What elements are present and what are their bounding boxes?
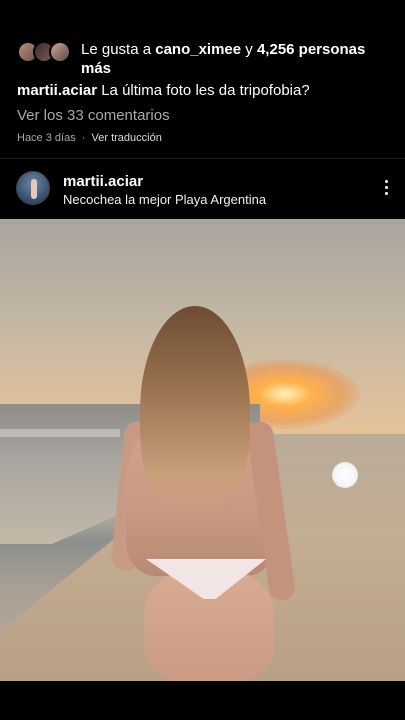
liker-username[interactable]: cano_ximee — [155, 41, 241, 58]
post-username[interactable]: martii.aciar — [63, 173, 143, 190]
caption-username[interactable]: martii.aciar — [17, 82, 97, 99]
more-vertical-icon[interactable] — [380, 177, 392, 199]
person-figure — [110, 301, 308, 681]
post-header: martii.aciar Necochea la mejor Playa Arg… — [16, 171, 396, 207]
light-spot — [332, 462, 358, 488]
post-caption: martii.aciar La última foto les da tripo… — [17, 81, 397, 100]
likes-summary[interactable]: Le gusta a cano_ximee y 4,256 personas m… — [81, 40, 397, 78]
likes-connector: y — [245, 41, 253, 58]
view-comments-link[interactable]: Ver los 33 comentarios — [17, 107, 170, 124]
shoreline — [0, 429, 120, 437]
avatar — [49, 41, 71, 63]
divider — [0, 158, 405, 159]
likes-row[interactable]: Le gusta a cano_ximee y 4,256 personas m… — [17, 40, 397, 78]
caption-text: La última foto les da tripofobia? — [101, 82, 310, 99]
translate-link[interactable]: Ver traducción — [92, 132, 162, 144]
liker-avatars — [17, 40, 75, 64]
post-meta: Hace 3 días · Ver traducción — [17, 132, 162, 144]
bottom-bar — [0, 681, 405, 720]
likes-suffix: más — [81, 60, 112, 77]
likes-prefix: Le gusta a — [81, 41, 152, 58]
post-location[interactable]: Necochea la mejor Playa Argentina — [63, 192, 266, 207]
post-photo[interactable] — [0, 219, 405, 681]
avatar[interactable] — [16, 171, 50, 205]
likes-count[interactable]: 4,256 personas — [257, 41, 365, 58]
post-time: Hace 3 días — [17, 132, 76, 144]
meta-separator: · — [81, 132, 86, 144]
